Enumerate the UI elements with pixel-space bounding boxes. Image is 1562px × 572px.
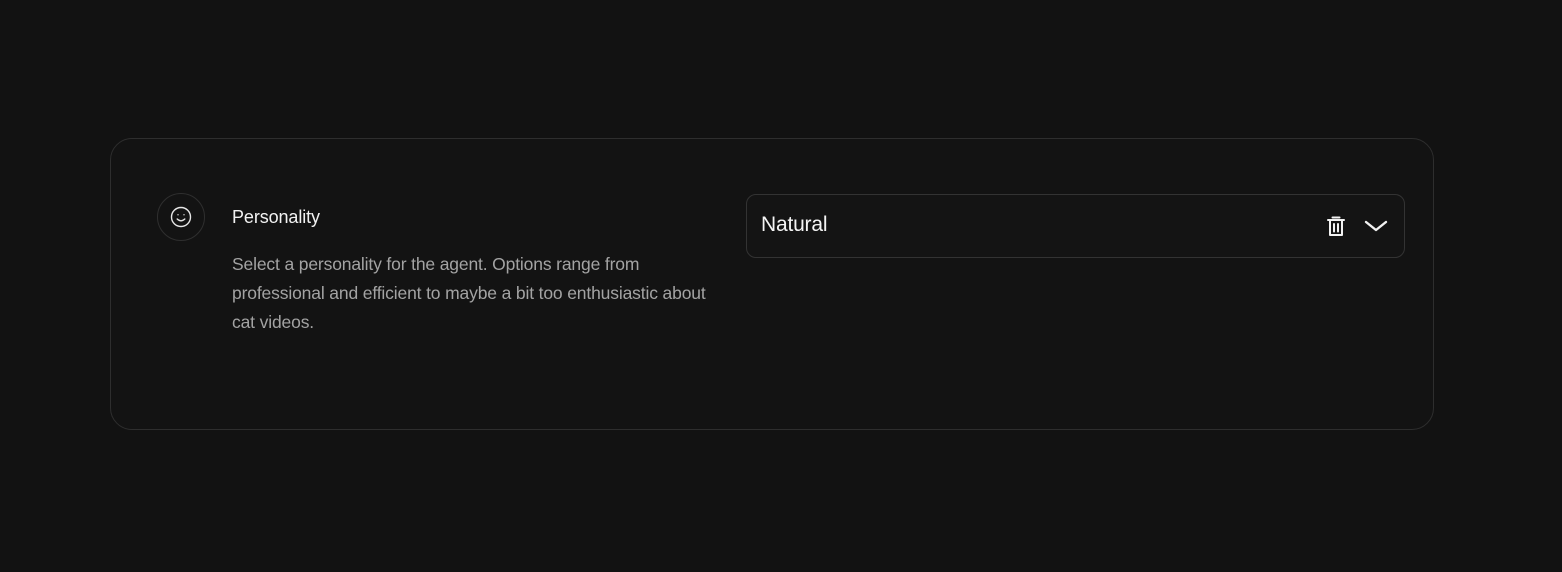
selected-personality-value: Natural xyxy=(761,213,828,236)
setting-description: Select a personality for the agent. Opti… xyxy=(232,254,706,332)
trash-icon xyxy=(1327,216,1345,236)
personality-setting-card: Personality Select a personality for the… xyxy=(110,138,1434,430)
smiley-face-icon xyxy=(170,206,192,228)
personality-select[interactable]: Natural xyxy=(746,194,1405,258)
clear-selection-button[interactable] xyxy=(1323,213,1349,239)
dropdown-toggle[interactable] xyxy=(1362,212,1390,240)
setting-title: Personality xyxy=(232,207,320,227)
personality-icon-badge xyxy=(157,193,205,241)
chevron-down-icon xyxy=(1364,220,1388,232)
